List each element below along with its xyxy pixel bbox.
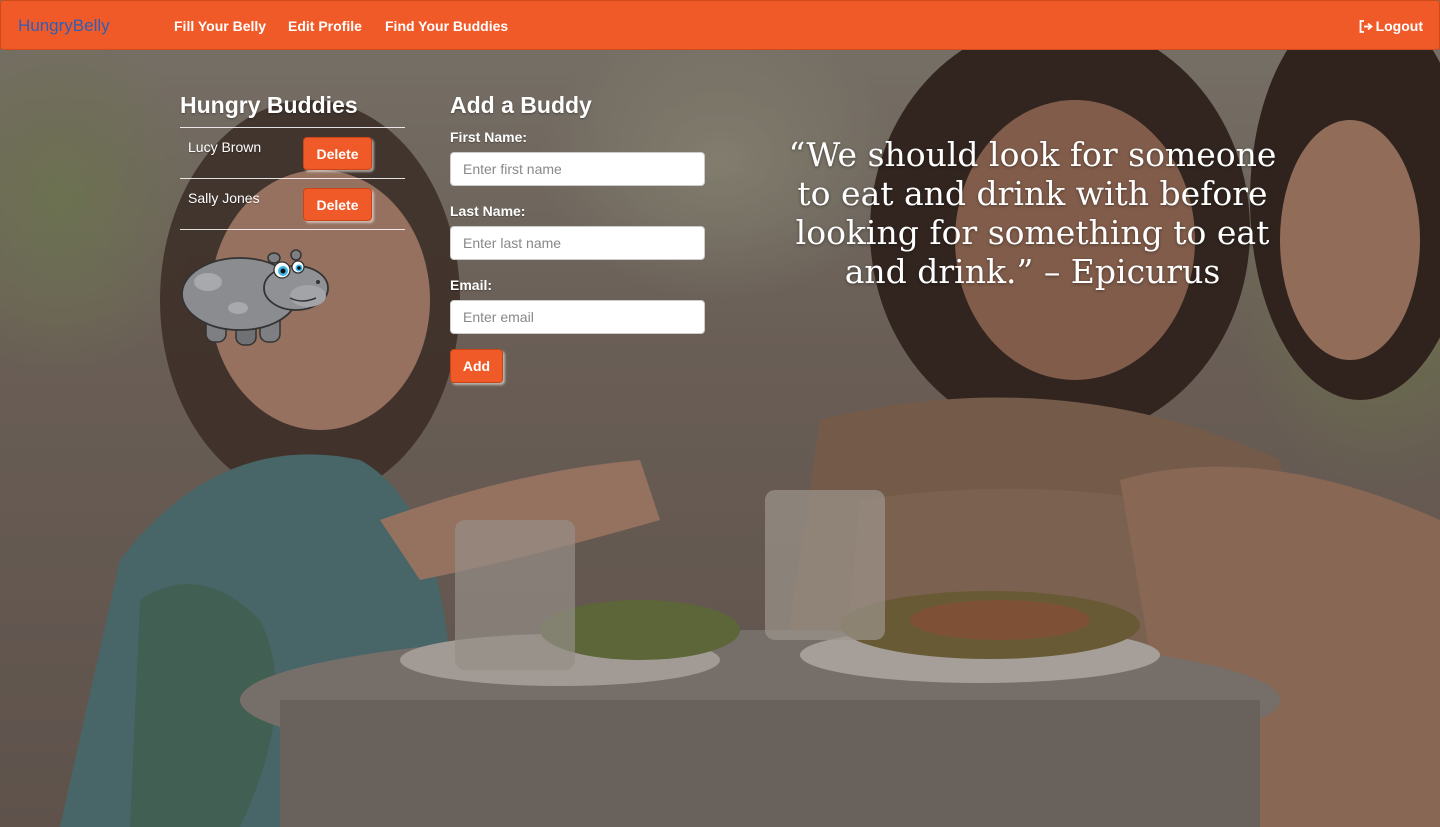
first-name-label: First Name:	[450, 129, 528, 145]
buddy-name: Sally Jones	[188, 190, 260, 206]
last-name-input[interactable]	[450, 226, 705, 260]
add-buddy-button[interactable]: Add	[450, 349, 503, 383]
last-name-label: Last Name:	[450, 203, 526, 219]
delete-buddy-button[interactable]: Delete	[303, 137, 372, 170]
email-label: Email:	[450, 277, 493, 293]
nav-edit-profile[interactable]: Edit Profile	[288, 18, 362, 34]
hippo-mascot-icon	[178, 246, 333, 356]
logout-label: Logout	[1375, 18, 1423, 34]
logout-button[interactable]: Logout	[1359, 18, 1423, 34]
delete-buddy-button[interactable]: Delete	[303, 188, 372, 221]
buddy-list: Lucy Brown Delete Sally Jones Delete	[180, 127, 405, 230]
email-input[interactable]	[450, 300, 705, 334]
list-item: Lucy Brown Delete	[180, 128, 405, 179]
add-buddy-heading: Add a Buddy	[450, 92, 592, 118]
nav-find-your-buddies[interactable]: Find Your Buddies	[385, 18, 508, 34]
list-item: Sally Jones Delete	[180, 179, 405, 230]
epicurus-quote: “We should look for someone to eat and d…	[788, 135, 1277, 291]
brand-logo-link[interactable]: HungryBelly	[18, 16, 110, 36]
nav-fill-your-belly[interactable]: Fill Your Belly	[174, 18, 266, 34]
logout-icon	[1359, 19, 1373, 33]
first-name-input[interactable]	[450, 152, 705, 186]
top-navbar: HungryBelly Fill Your Belly Edit Profile…	[0, 0, 1440, 50]
main-content: Hungry Buddies Lucy Brown Delete Sally J…	[0, 0, 1440, 827]
buddies-heading: Hungry Buddies	[180, 92, 358, 118]
buddy-name: Lucy Brown	[188, 139, 262, 155]
